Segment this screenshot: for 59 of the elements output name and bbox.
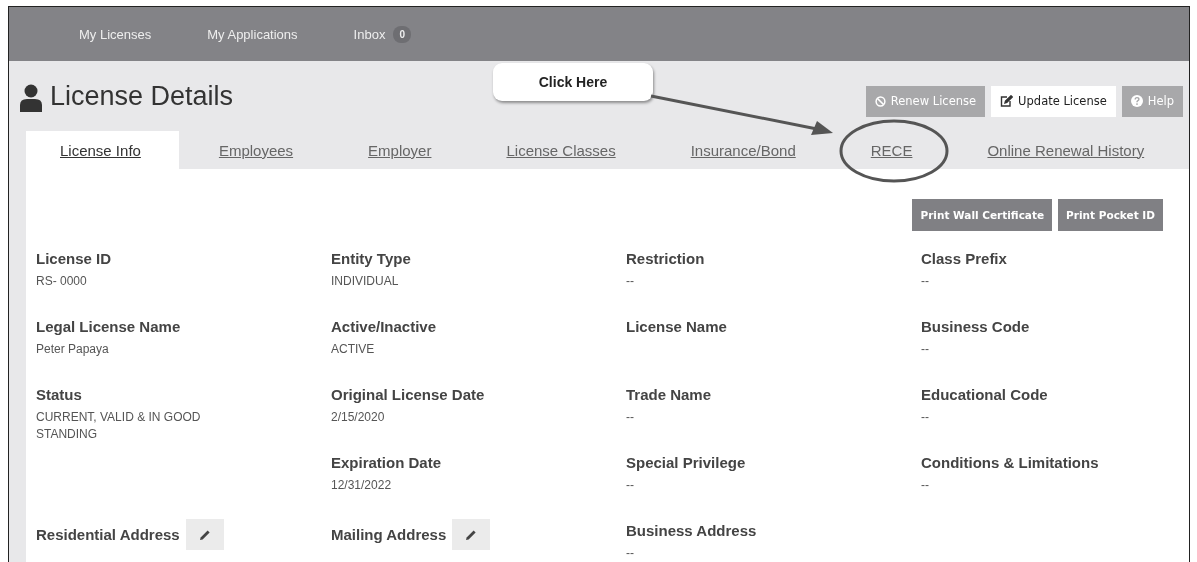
print-button[interactable]: Print Wall Certificate: [912, 199, 1053, 231]
field-value: 12/31/2022: [331, 477, 393, 494]
field-value: ACTIVE: [331, 341, 376, 358]
inbox-count-badge: 0: [393, 25, 411, 43]
field-value: --: [921, 477, 930, 494]
field-value: INDIVIDUAL: [331, 273, 400, 290]
field-label: Legal License Name: [36, 317, 181, 335]
edit-icon: [1000, 95, 1014, 107]
field-value: --: [921, 273, 930, 290]
field-value: --: [626, 273, 635, 290]
update-license-button[interactable]: Update License: [991, 85, 1116, 117]
nav-link[interactable]: Inbox 0: [353, 25, 411, 43]
tab[interactable]: Online Renewal History: [947, 131, 1180, 169]
pencil-icon: [198, 528, 211, 541]
field-label: Conditions & Limitations: [921, 453, 1099, 471]
field-label: License ID: [36, 249, 112, 267]
help-icon: [1130, 95, 1143, 107]
field-label: Status: [36, 385, 82, 403]
print-button[interactable]: Print Pocket ID: [1058, 199, 1163, 231]
field-label: Mailing Address: [331, 526, 447, 543]
field-value: 2/15/2020: [331, 409, 386, 426]
field-label: Original License Date: [331, 385, 485, 403]
tab[interactable]: RECE: [830, 131, 948, 169]
page-title: License Details: [50, 80, 234, 112]
field-value: --: [626, 545, 635, 562]
edit-address-button[interactable]: [185, 519, 224, 550]
help-button[interactable]: Help: [1121, 85, 1183, 117]
field-value: RS- 0000: [36, 273, 88, 290]
field-label: Expiration Date: [331, 453, 442, 471]
edit-address-button[interactable]: [452, 519, 491, 550]
field-label: Class Prefix: [921, 249, 1007, 267]
field-value: --: [921, 409, 930, 426]
user-icon: [19, 84, 43, 112]
tab[interactable]: License Info: [26, 131, 179, 169]
field-label: Restriction: [626, 249, 705, 267]
tab[interactable]: Employer: [328, 131, 467, 169]
ban-icon: [874, 95, 886, 107]
field-label: License Name: [626, 317, 727, 335]
field-label: Active/Inactive: [331, 317, 437, 335]
field-label: Entity Type: [331, 249, 411, 267]
field-value: --: [626, 409, 635, 426]
pencil-icon: [465, 528, 478, 541]
nav-link[interactable]: My Licenses: [79, 26, 152, 42]
field-label: Business Address: [626, 521, 757, 539]
tab[interactable]: Employees: [178, 131, 329, 169]
tab[interactable]: Insurance/Bond: [650, 131, 831, 169]
field-label: Business Code: [921, 317, 1030, 335]
tab[interactable]: License Classes: [466, 131, 651, 169]
field-label: Special Privilege: [626, 453, 746, 471]
renew-license-button[interactable]: Renew License: [865, 85, 986, 117]
nav-link[interactable]: My Applications: [207, 26, 298, 42]
field-value: CURRENT, VALID & IN GOOD STANDING: [36, 409, 202, 443]
click-here-callout: Click Here: [493, 63, 653, 101]
field-value: Peter Papaya: [36, 341, 110, 358]
field-label: Residential Address: [36, 526, 180, 543]
field-value: --: [626, 477, 635, 494]
field-value: --: [921, 341, 930, 358]
field-label: Trade Name: [626, 385, 712, 403]
field-label: Educational Code: [921, 385, 1048, 403]
